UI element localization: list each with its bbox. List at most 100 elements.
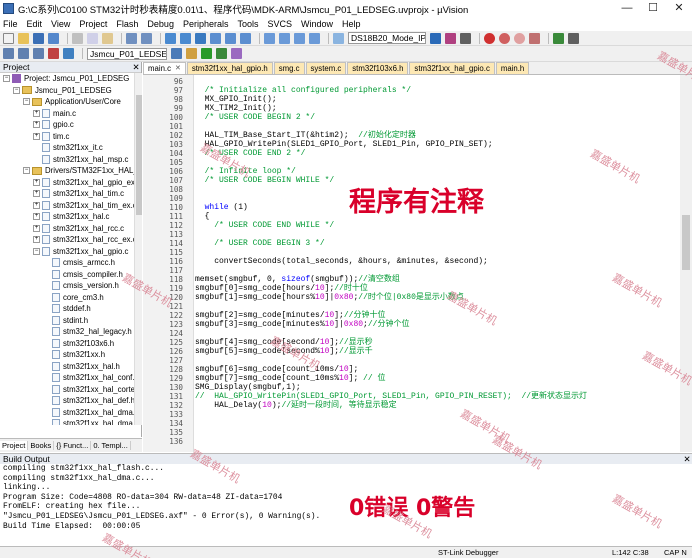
- new-file-icon[interactable]: [3, 32, 14, 44]
- translate-icon[interactable]: [3, 48, 14, 59]
- tab-project[interactable]: Project: [0, 441, 29, 450]
- scrollbar-thumb[interactable]: [682, 215, 690, 270]
- tree-project-root[interactable]: − Project: Jsmcu_P01_LEDSEG: [0, 73, 134, 85]
- tree-file-item[interactable]: + stm32f1xx_hal_tim_ex.c: [0, 200, 134, 212]
- tree-file-item[interactable]: stm32f1xx_hal.h: [0, 361, 134, 373]
- expand-icon[interactable]: +: [33, 109, 40, 117]
- save-all-icon[interactable]: [48, 32, 59, 44]
- navigate-back-icon[interactable]: [165, 32, 176, 44]
- tree-file-item[interactable]: + stm32f1xx_hal_rcc.c: [0, 223, 134, 235]
- menu-project[interactable]: Project: [79, 19, 107, 29]
- menu-flash[interactable]: Flash: [116, 19, 138, 29]
- menu-tools[interactable]: Tools: [237, 19, 258, 29]
- rebuild-icon[interactable]: [33, 48, 44, 59]
- menu-window[interactable]: Window: [301, 19, 333, 29]
- clear-bookmarks-icon[interactable]: [240, 32, 251, 44]
- download-icon[interactable]: [63, 48, 74, 59]
- close-button[interactable]: ✕: [666, 0, 692, 17]
- collapse-icon[interactable]: −: [33, 247, 40, 255]
- build-icon[interactable]: [18, 48, 29, 59]
- navigate-forward-icon[interactable]: [180, 32, 191, 44]
- tree-file-item[interactable]: + stm32f1xx_hal_tim.c: [0, 188, 134, 200]
- kill-breakpoints-icon[interactable]: [529, 32, 540, 44]
- menu-file[interactable]: File: [3, 19, 18, 29]
- tree-file-item[interactable]: cmsis_compiler.h: [0, 269, 134, 281]
- tree-file-item[interactable]: cmsis_version.h: [0, 280, 134, 292]
- code-line[interactable]: convertSeconds(total_seconds, &hours, &m…: [195, 257, 488, 267]
- tree-file-item[interactable]: + stm32f1xx_hal.c: [0, 211, 134, 223]
- menu-view[interactable]: View: [51, 19, 70, 29]
- tree-file-item[interactable]: stm32f1xx_hal_dma_: [0, 418, 134, 425]
- cut-icon[interactable]: [72, 32, 83, 44]
- find-in-files-icon[interactable]: [333, 32, 344, 44]
- target-options-icon[interactable]: [171, 48, 182, 59]
- window-layout-icon[interactable]: [553, 32, 564, 44]
- expand-icon[interactable]: +: [33, 236, 40, 244]
- editor-tab[interactable]: stm32f1xx_hal_gpio.c: [409, 62, 495, 74]
- tree-file-item[interactable]: − stm32f1xx_hal_gpio.c: [0, 246, 134, 258]
- editor-tab[interactable]: smg.c: [273, 62, 305, 74]
- tree-folder-item[interactable]: − Drivers/STM32F1xx_HAL_Dri: [0, 165, 134, 177]
- expand-icon[interactable]: +: [33, 132, 40, 140]
- collapse-icon[interactable]: −: [13, 86, 20, 94]
- editor-vertical-scrollbar[interactable]: [680, 75, 692, 452]
- maximize-button[interactable]: ☐: [640, 0, 666, 17]
- tree-file-item[interactable]: stdint.h: [0, 315, 134, 327]
- tab-books[interactable]: Books: [28, 441, 55, 450]
- paste-icon[interactable]: [102, 32, 113, 44]
- tree-file-item[interactable]: + stm32f1xx_hal_gpio_ex.c: [0, 177, 134, 189]
- tree-file-item[interactable]: stm32f1xx_hal_msp.c: [0, 154, 134, 166]
- expand-icon[interactable]: +: [33, 178, 40, 186]
- tree-file-item[interactable]: cmsis_armcc.h: [0, 257, 134, 269]
- unindent-icon[interactable]: [279, 32, 290, 44]
- code-line[interactable]: /* USER CODE END WHILE */: [195, 221, 334, 231]
- collapse-icon[interactable]: −: [23, 167, 30, 175]
- tree-file-item[interactable]: stm32f103x6.h: [0, 338, 134, 350]
- expand-icon[interactable]: +: [33, 201, 40, 209]
- tree-file-item[interactable]: stm32f1xx_hal_def.h: [0, 395, 134, 407]
- expand-icon[interactable]: +: [33, 213, 40, 221]
- disable-breakpoint-icon[interactable]: [514, 32, 525, 44]
- tree-file-item[interactable]: + stm32f1xx_hal_rcc_ex.c: [0, 234, 134, 246]
- editor-tab[interactable]: main.c ✕: [143, 62, 186, 74]
- select-packs-icon[interactable]: [216, 48, 227, 59]
- pack-installer-icon[interactable]: [231, 48, 242, 59]
- expand-icon[interactable]: +: [33, 224, 40, 232]
- open-folder-icon[interactable]: [18, 32, 29, 44]
- panel-close-icon[interactable]: ✕: [131, 62, 141, 72]
- tree-file-item[interactable]: stm32f1xx_hal_cortex: [0, 384, 134, 396]
- code-line[interactable]: /* USER CODE BEGIN 2 */: [195, 113, 315, 123]
- menu-svcs[interactable]: SVCS: [268, 19, 293, 29]
- indent-icon[interactable]: [264, 32, 275, 44]
- save-icon[interactable]: [33, 32, 44, 44]
- tree-file-item[interactable]: stddef.h: [0, 303, 134, 315]
- scrollbar-thumb[interactable]: [136, 95, 142, 215]
- expand-icon[interactable]: +: [33, 190, 40, 198]
- collapse-icon[interactable]: −: [3, 75, 10, 83]
- tab-functions[interactable]: {} Funct...: [54, 441, 92, 450]
- tools-icon[interactable]: [568, 32, 579, 44]
- menu-debug[interactable]: Debug: [147, 19, 174, 29]
- tree-file-item[interactable]: stm32f1xx_hal_conf.h: [0, 372, 134, 384]
- editor-tab[interactable]: main.h: [495, 62, 530, 74]
- next-bookmark-icon[interactable]: [225, 32, 236, 44]
- editor-tab[interactable]: stm32f1xx_hal_gpio.h: [186, 62, 273, 74]
- file-extensions-icon[interactable]: [186, 48, 197, 59]
- comment-icon[interactable]: [294, 32, 305, 44]
- tree-folder-item[interactable]: − Application/User/Core: [0, 96, 134, 108]
- stop-build-icon[interactable]: [48, 48, 59, 59]
- start-debug-icon[interactable]: [484, 32, 495, 44]
- bookmark-icon[interactable]: [195, 32, 206, 44]
- panel-close-icon[interactable]: ✕: [682, 454, 692, 464]
- undo-icon[interactable]: [126, 32, 137, 44]
- find-combo[interactable]: DS18B20_Mode_IPU: [348, 32, 426, 44]
- code-line[interactable]: smgbuf[1]=smg_code[hours%10]|0x80;//时个位|…: [195, 293, 464, 303]
- editor-tab[interactable]: stm32f103x6.h: [347, 62, 409, 74]
- tree-file-item[interactable]: stm32f1xx.h: [0, 349, 134, 361]
- tree-file-item[interactable]: + gpio.c: [0, 119, 134, 131]
- tree-file-item[interactable]: core_cm3.h: [0, 292, 134, 304]
- project-scrollbar[interactable]: [134, 73, 142, 425]
- tree-file-item[interactable]: stm32f1xx_it.c: [0, 142, 134, 154]
- tab-close-icon[interactable]: ✕: [175, 63, 181, 75]
- tree-file-item[interactable]: stm32f1xx_hal_dma.h: [0, 407, 134, 419]
